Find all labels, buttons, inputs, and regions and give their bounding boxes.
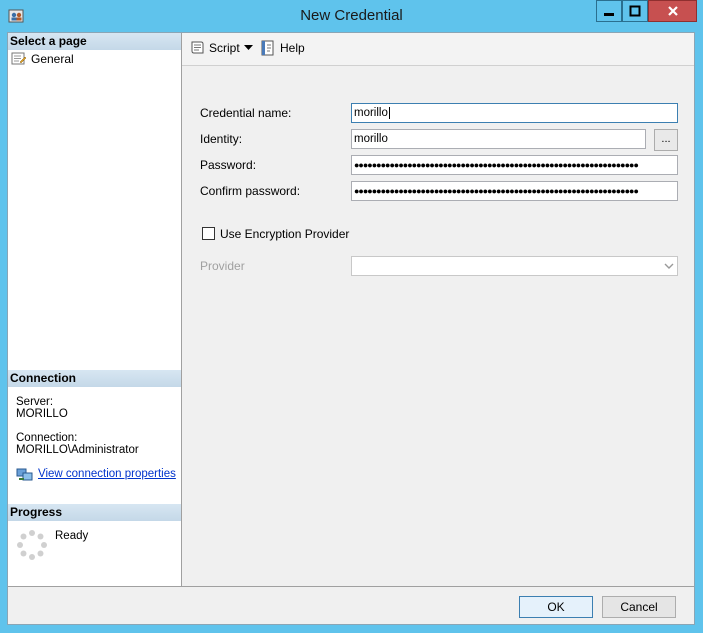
progress-status: Ready bbox=[55, 530, 89, 542]
view-connection-properties-link[interactable]: View connection properties bbox=[38, 468, 176, 480]
help-icon bbox=[261, 40, 274, 56]
script-icon bbox=[191, 41, 204, 54]
help-label: Help bbox=[280, 41, 305, 55]
progress-spinner-icon bbox=[17, 530, 47, 560]
use-encryption-checkbox[interactable] bbox=[202, 227, 215, 240]
identity-value: morillo bbox=[354, 133, 388, 145]
server-value: MORILLO bbox=[16, 408, 68, 420]
connection-properties-icon bbox=[16, 468, 33, 481]
right-pane: Script Help Credential name: morillo Ide… bbox=[182, 33, 694, 586]
script-label: Script bbox=[209, 41, 240, 55]
progress-header: Progress bbox=[8, 504, 181, 521]
page-item-label: General bbox=[31, 52, 74, 66]
identity-label: Identity: bbox=[200, 132, 243, 146]
connection-value: MORILLO\Administrator bbox=[16, 444, 139, 456]
close-icon bbox=[667, 6, 678, 16]
help-button[interactable]: Help bbox=[260, 40, 305, 56]
provider-label: Provider bbox=[200, 259, 245, 273]
password-label: Password: bbox=[200, 158, 257, 172]
use-encryption-label[interactable]: Use Encryption Provider bbox=[220, 227, 349, 241]
password-value: ●●●●●●●●●●●●●●●●●●●●●●●●●●●●●●●●●●●●●●●●… bbox=[354, 160, 639, 170]
general-page-icon bbox=[11, 52, 27, 65]
maximize-icon bbox=[629, 5, 641, 17]
page-item-general[interactable]: General bbox=[11, 52, 74, 66]
new-credential-window: New Credential Select a page General Con… bbox=[0, 0, 703, 633]
dialog-client-area: Select a page General Connection Server:… bbox=[7, 32, 695, 625]
confirm-password-input[interactable]: ●●●●●●●●●●●●●●●●●●●●●●●●●●●●●●●●●●●●●●●●… bbox=[351, 181, 678, 201]
connection-header: Connection bbox=[8, 370, 181, 387]
dialog-footer: OK Cancel bbox=[8, 586, 694, 624]
identity-browse-button[interactable]: ... bbox=[654, 129, 678, 151]
credential-name-value: morillo bbox=[354, 107, 388, 119]
chevron-down-icon bbox=[664, 263, 674, 269]
left-pane: Select a page General Connection Server:… bbox=[8, 33, 182, 586]
close-button[interactable] bbox=[648, 0, 697, 22]
title-bar[interactable]: New Credential bbox=[0, 0, 703, 32]
confirm-password-value: ●●●●●●●●●●●●●●●●●●●●●●●●●●●●●●●●●●●●●●●●… bbox=[354, 186, 639, 196]
credential-name-input[interactable]: morillo bbox=[351, 103, 678, 123]
script-dropdown-button[interactable] bbox=[244, 45, 253, 50]
cancel-button[interactable]: Cancel bbox=[602, 596, 676, 618]
credential-name-label: Credential name: bbox=[200, 106, 292, 120]
maximize-button[interactable] bbox=[622, 0, 648, 22]
chevron-down-icon bbox=[244, 45, 253, 50]
script-button[interactable]: Script bbox=[189, 40, 240, 56]
provider-select[interactable] bbox=[351, 256, 678, 276]
minimize-icon bbox=[604, 13, 614, 16]
identity-input[interactable]: morillo bbox=[351, 129, 646, 149]
password-input[interactable]: ●●●●●●●●●●●●●●●●●●●●●●●●●●●●●●●●●●●●●●●●… bbox=[351, 155, 678, 175]
ok-button[interactable]: OK bbox=[519, 596, 593, 618]
confirm-password-label: Confirm password: bbox=[200, 184, 301, 198]
select-page-header: Select a page bbox=[8, 33, 181, 50]
toolbar: Script Help bbox=[182, 33, 694, 66]
minimize-button[interactable] bbox=[596, 0, 622, 22]
